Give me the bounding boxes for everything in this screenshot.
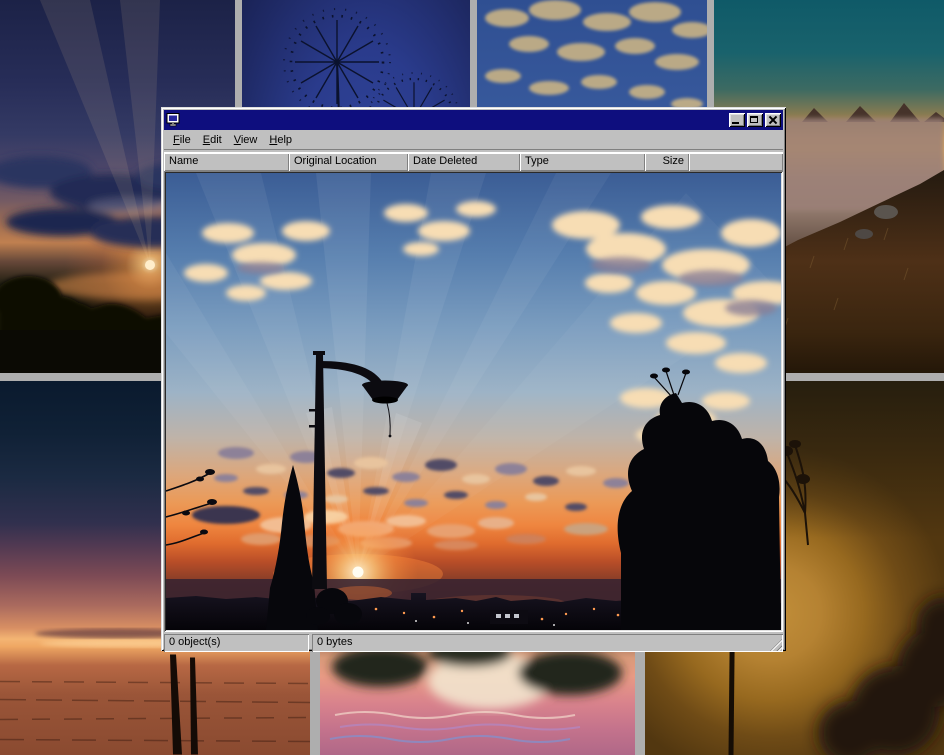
status-object-count: 0 object(s): [164, 634, 309, 652]
resize-grip[interactable]: [770, 639, 782, 651]
minimize-button[interactable]: [729, 113, 745, 127]
minimize-icon: [732, 122, 739, 124]
title-bar[interactable]: [164, 110, 783, 130]
computer-icon: [166, 113, 182, 127]
column-header-filler: [689, 153, 783, 171]
column-header-date-deleted[interactable]: Date Deleted: [408, 153, 520, 171]
status-size-text: 0 bytes: [317, 636, 352, 648]
status-size: 0 bytes: [312, 634, 783, 652]
list-view-area[interactable]: [164, 171, 783, 632]
recycle-bin-window: File Edit View Help Name Original Locati…: [161, 107, 786, 651]
column-header-name[interactable]: Name: [164, 153, 289, 171]
column-header-original-location[interactable]: Original Location: [289, 153, 408, 171]
menu-view[interactable]: View: [228, 132, 264, 148]
maximize-button[interactable]: [747, 113, 763, 127]
sunset-streetlamp-photo: [166, 173, 781, 630]
maximize-icon: [750, 116, 758, 123]
close-icon: [768, 116, 777, 124]
column-header-type[interactable]: Type: [520, 153, 645, 171]
column-header-row: Name Original Location Date Deleted Type…: [164, 153, 783, 171]
menu-bar: File Edit View Help: [164, 131, 783, 149]
desktop: { "window": { "title": "", "icon": "comp…: [0, 0, 944, 755]
menu-file[interactable]: File: [167, 132, 197, 148]
menu-edit[interactable]: Edit: [197, 132, 228, 148]
menu-help[interactable]: Help: [263, 132, 298, 148]
close-button[interactable]: [765, 113, 781, 127]
status-bar: 0 object(s) 0 bytes: [164, 634, 783, 652]
column-header-size[interactable]: Size: [645, 153, 689, 171]
